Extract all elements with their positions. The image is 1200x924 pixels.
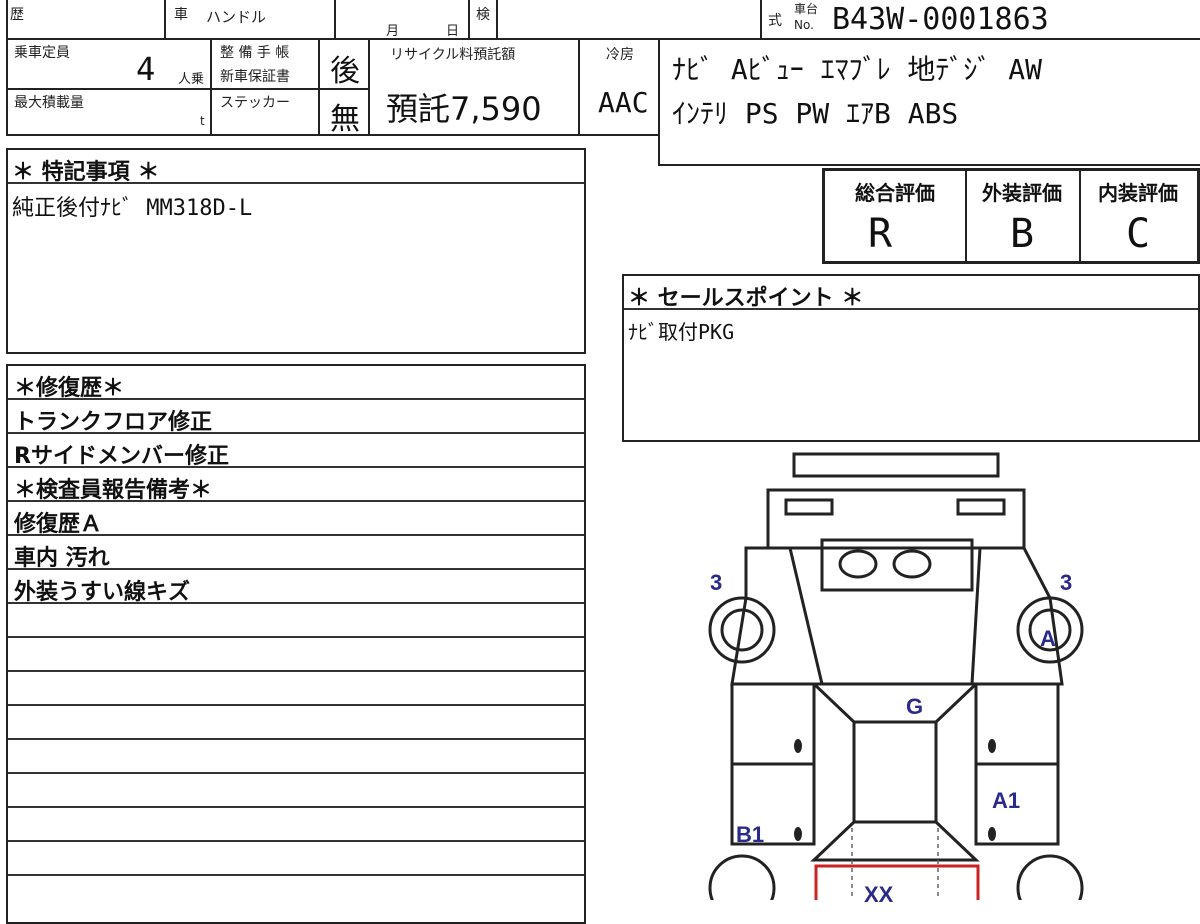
history-row-line	[8, 738, 584, 740]
diagram-fender-right	[970, 546, 1064, 686]
maintenance-label-cell: 整 備 手 帳 新車保証書	[210, 38, 320, 90]
history-row-line	[8, 806, 584, 808]
ac-label: 冷房	[606, 47, 634, 63]
diagram-repair-area	[814, 864, 980, 900]
diagram-roof	[852, 720, 938, 824]
diagram-handle	[988, 827, 996, 841]
maintenance-value-cell: 後	[318, 38, 370, 90]
header-chassis-cell: 式 車台 No. B43W-0001863	[760, 0, 1200, 40]
diagram-wheel-rear-right	[1016, 854, 1084, 900]
capacity-label: 乗車定員	[14, 45, 70, 61]
sales-point-text: ﾅﾋﾞ取付PKG	[628, 320, 735, 344]
history-box: ＊修復歴＊ トランクフロア修正 Rサイドメンバー修正 ＊検査員報告備考＊ 修復歴…	[6, 364, 586, 924]
sticker-label: ステッカー	[220, 95, 290, 111]
recycle-value: 預託7,590	[386, 90, 542, 128]
mark-front-right: 3	[1060, 570, 1073, 595]
history-row-line	[8, 670, 584, 672]
diagram-cabin	[810, 682, 980, 724]
history-row-line	[8, 432, 584, 434]
exterior-grade-value: B	[1009, 211, 1035, 257]
recycle-cell: リサイクル料預託額 預託7,590	[368, 38, 580, 136]
diagram-headlight-left	[784, 498, 834, 516]
ac-value: AAC	[598, 86, 649, 119]
diagram-handle	[794, 827, 802, 841]
mark-left-side: B1	[736, 822, 765, 847]
history-row-line	[8, 704, 584, 706]
diagram-oval-left	[838, 549, 878, 579]
capacity-cell: 乗車定員 4 人乗	[6, 38, 212, 90]
exterior-grade-label: 外装評価	[982, 181, 1062, 205]
ac-cell: 冷房 AAC	[578, 38, 662, 136]
mark-front-left: 3	[710, 570, 723, 595]
history-row-line	[8, 500, 584, 502]
maintenance-label-2: 新車保証書	[220, 69, 290, 85]
special-notes-text: 純正後付ﾅﾋﾞ MM318D-L	[12, 196, 253, 221]
history-row-line	[8, 466, 584, 468]
diagram-headlight-right	[956, 498, 1006, 516]
maintenance-label-1: 整 備 手 帳	[220, 45, 290, 61]
mark-rear: XX	[864, 882, 894, 907]
day-label: 日	[446, 24, 460, 39]
header-ken-cell: 検	[468, 0, 498, 40]
mark-roof: G	[906, 694, 924, 719]
sales-point-box: ＊ セールスポイント ＊ ﾅﾋﾞ取付PKG	[622, 274, 1200, 442]
capacity-value: 4	[136, 50, 156, 88]
equipment-cell: ﾅﾋﾞ Aﾋﾞｭｰ ｴﾏﾌﾞﾚ 地ﾃﾞｼﾞ AW ｲﾝﾃﾘ PS PW ｴｱB …	[658, 38, 1200, 166]
mark-right-side: A1	[992, 788, 1021, 813]
diagram-rear-cabin	[810, 820, 980, 862]
header-reki-cell: 歴	[6, 0, 166, 40]
diagram-handle	[988, 739, 996, 753]
diagram-wheel-rear-left	[708, 854, 776, 900]
history-row-line	[8, 840, 584, 842]
load-unit: t	[200, 114, 205, 128]
load-label: 最大積載量	[14, 95, 84, 111]
overall-grade-label: 総合評価	[855, 181, 935, 205]
load-cell: 最大積載量 t	[6, 88, 212, 136]
history-row-line	[8, 874, 584, 876]
history-row-line	[8, 568, 584, 570]
sticker-label-cell: ステッカー	[210, 88, 320, 136]
maintenance-value: 後	[330, 54, 360, 89]
special-notes-divider	[8, 182, 584, 184]
history-row-line	[8, 602, 584, 604]
capacity-unit: 人乗	[178, 72, 205, 87]
special-notes-box: ＊ 特記事項 ＊ 純正後付ﾅﾋﾞ MM318D-L	[6, 148, 586, 354]
interior-grade-label: 内装評価	[1098, 181, 1178, 205]
diagram-fender-left	[730, 546, 824, 686]
equipment-line-1: ﾅﾋﾞ Aﾋﾞｭｰ ｴﾏﾌﾞﾚ 地ﾃﾞｼﾞ AW	[672, 53, 1043, 86]
interior-grade-value: C	[1125, 211, 1151, 257]
handle-label: ハンドル	[206, 8, 267, 26]
recycle-label: リサイクル料預託額	[390, 47, 516, 63]
equipment-line-2: ｲﾝﾃﾘ PS PW ｴｱB ABS	[672, 97, 959, 130]
header-row: 歴 車 ハンドル 月 日 検 式 車台 No. B43W-0001863	[0, 0, 1200, 40]
mark-tire-right: A	[1040, 626, 1056, 651]
month-label: 月	[386, 24, 400, 39]
reki-label: 歴	[10, 7, 24, 23]
history-row-line	[8, 636, 584, 638]
sha-label: 車	[174, 7, 188, 23]
grades-box: 総合評価 外装評価 内装評価 R B C	[822, 168, 1200, 264]
header-handle-cell: 車 ハンドル	[164, 0, 336, 40]
shiki-label: 式	[768, 13, 782, 29]
history-row-line	[8, 398, 584, 400]
header-date-cell: 月 日	[334, 0, 470, 40]
sales-point-divider	[624, 308, 1198, 310]
history-row-line	[8, 772, 584, 774]
sticker-value-cell: 無	[318, 88, 370, 137]
overall-grade-value: R	[867, 211, 893, 257]
chassis-label-top: 車台	[794, 2, 819, 16]
diagram-front-bumper	[792, 452, 1000, 478]
chassis-label-bottom: No.	[794, 18, 814, 32]
diagram-handle	[794, 739, 802, 753]
diagram-oval-right	[892, 549, 932, 579]
chassis-number: B43W-0001863	[832, 2, 1049, 37]
header-blank-cell	[496, 0, 762, 40]
sticker-value: 無	[330, 102, 360, 137]
ken-label: 検	[476, 7, 490, 23]
history-row-line	[8, 534, 584, 536]
